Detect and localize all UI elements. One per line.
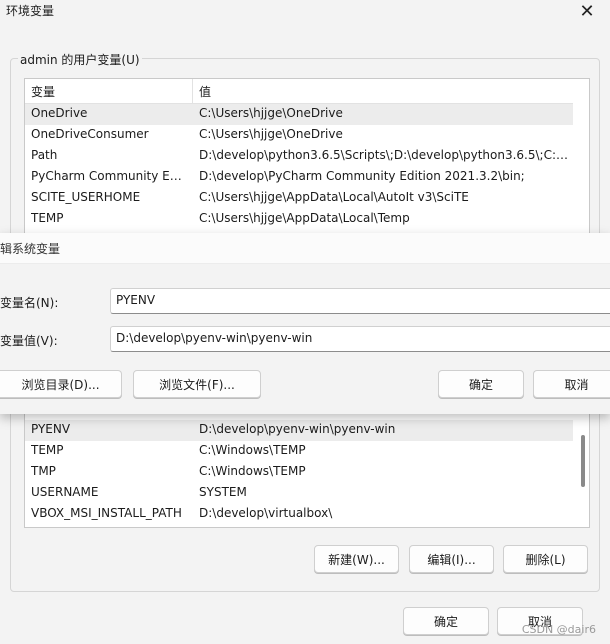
user-var-value: C:\Users\hjjge\OneDrive <box>199 106 343 120</box>
user-var-row[interactable]: TEMP C:\Users\hjjge\AppData\Local\Temp <box>25 209 573 230</box>
system-var-row[interactable]: VBOX_MSI_INSTALL_PATH D:\develop\virtual… <box>25 504 573 525</box>
variable-value-label: 变量值(V): <box>0 334 58 348</box>
dialog-cancel-button[interactable]: 取消 <box>533 370 610 398</box>
dialog-title-bar[interactable]: 辑系统变量 <box>0 233 610 264</box>
user-vars-group-label: admin 的用户变量(U) <box>18 51 142 68</box>
system-var-value: C:\Windows\TEMP <box>199 443 306 457</box>
user-var-value: D:\develop\PyCharm Community Edition 202… <box>199 169 525 183</box>
ok-button[interactable]: 确定 <box>403 607 489 635</box>
system-var-value: C:\Windows\TEMP <box>199 464 306 478</box>
system-var-row[interactable]: TMP C:\Windows\TEMP <box>25 462 573 483</box>
user-var-value: C:\Users\hjjge\AppData\Local\Temp <box>199 211 410 225</box>
delete-variable-button[interactable]: 删除(L) <box>503 545 588 573</box>
edit-system-variable-dialog: 辑系统变量 变量名(N): PYENV 变量值(V): D:\develop\p… <box>0 233 610 414</box>
new-variable-button[interactable]: 新建(W)... <box>314 545 399 573</box>
user-var-row[interactable]: PyCharm Community Editi... D:\develop\Py… <box>25 167 573 188</box>
user-var-row[interactable]: SCITE_USERHOME C:\Users\hjjge\AppData\Lo… <box>25 188 573 209</box>
system-var-row[interactable]: PYENV D:\develop\pyenv-win\pyenv-win <box>25 420 573 441</box>
close-icon[interactable]: ✕ <box>564 0 610 22</box>
user-var-value: D:\develop\python3.6.5\Scripts\;D:\devel… <box>199 148 571 162</box>
user-var-value: C:\Users\hjjge\OneDrive <box>199 127 343 141</box>
header-value[interactable]: 值 <box>199 83 211 100</box>
window-title: 环境变量 <box>6 4 55 18</box>
system-var-row[interactable]: USERNAME SYSTEM <box>25 483 573 504</box>
system-var-name: USERNAME <box>31 485 99 499</box>
user-var-row[interactable]: Path D:\develop\python3.6.5\Scripts\;D:\… <box>25 146 573 167</box>
system-var-row[interactable]: TEMP C:\Windows\TEMP <box>25 441 573 462</box>
system-var-value: D:\develop\pyenv-win\pyenv-win <box>199 422 396 436</box>
user-var-name: TEMP <box>31 211 64 225</box>
system-var-name: PYENV <box>31 422 71 436</box>
watermark: CSDN @dair6 <box>521 623 596 636</box>
variable-name-label: 变量名(N): <box>0 296 59 310</box>
browse-file-button[interactable]: 浏览文件(F)... <box>133 370 261 398</box>
variable-name-input[interactable]: PYENV <box>110 288 610 314</box>
user-var-value: C:\Users\hjjge\AppData\Local\AutoIt v3\S… <box>199 190 469 204</box>
system-var-name: TMP <box>31 464 56 478</box>
user-var-name: SCITE_USERHOME <box>31 190 141 204</box>
system-vars-scrollbar[interactable] <box>581 435 585 487</box>
header-name[interactable]: 变量 <box>31 83 55 100</box>
variable-value-input[interactable]: D:\develop\pyenv-win\pyenv-win <box>110 326 610 352</box>
user-vars-header: 变量 值 <box>25 79 573 104</box>
user-var-row[interactable]: OneDriveConsumer C:\Users\hjjge\OneDrive <box>25 125 573 146</box>
system-vars-list[interactable]: PYENV D:\develop\pyenv-win\pyenv-win TEM… <box>24 413 590 528</box>
system-var-name: TEMP <box>31 443 64 457</box>
system-var-value: D:\develop\virtualbox\ <box>199 506 333 520</box>
user-var-name: OneDriveConsumer <box>31 127 149 141</box>
system-var-value: SYSTEM <box>199 485 247 499</box>
browse-directory-button[interactable]: 浏览目录(D)... <box>0 370 122 398</box>
user-var-name: PyCharm Community Editi... <box>31 169 189 183</box>
dialog-title: 辑系统变量 <box>0 242 61 256</box>
system-var-name: VBOX_MSI_INSTALL_PATH <box>31 506 182 520</box>
header-divider[interactable] <box>192 79 193 103</box>
user-vars-list[interactable]: 变量 值 OneDrive C:\Users\hjjge\OneDrive On… <box>24 78 590 237</box>
dialog-ok-button[interactable]: 确定 <box>438 370 524 398</box>
edit-variable-button[interactable]: 编辑(I)... <box>409 545 494 573</box>
user-var-row[interactable]: OneDrive C:\Users\hjjge\OneDrive <box>25 104 573 125</box>
user-var-name: OneDrive <box>31 106 88 120</box>
user-var-name: Path <box>31 148 58 162</box>
